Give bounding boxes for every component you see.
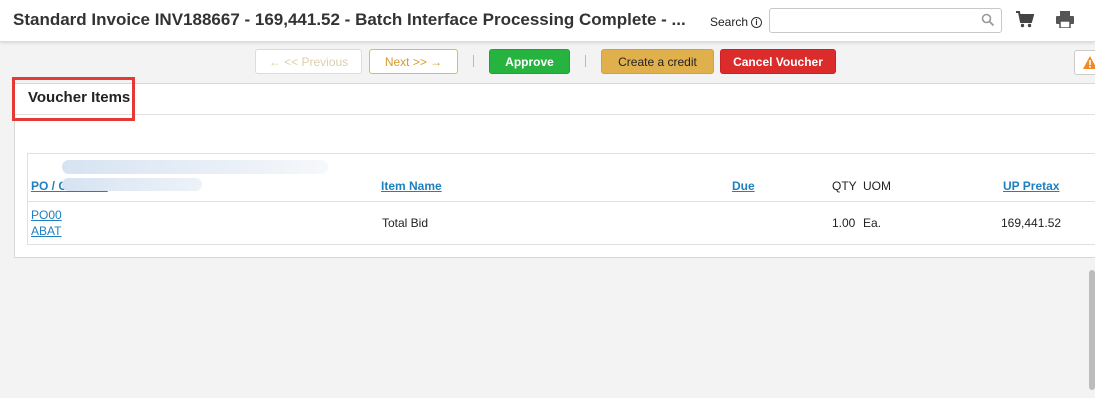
- search-input[interactable]: [769, 8, 1002, 33]
- scrollbar[interactable]: [1089, 270, 1095, 390]
- qty-cell: 1.00: [832, 216, 856, 230]
- info-icon[interactable]: i: [751, 16, 763, 28]
- voucher-items-table: PO / Contract Item Name Due QTY UOM UP P…: [27, 153, 1095, 245]
- panel-divider: [15, 114, 1095, 115]
- toolbar-separator: [473, 55, 474, 67]
- header-divider: [28, 201, 1095, 202]
- top-bar: Standard Invoice INV188667 - 169,441.52 …: [0, 0, 1095, 42]
- header-due[interactable]: Due: [732, 179, 755, 193]
- warning-icon: [1083, 56, 1095, 72]
- item-name-cell: Total Bid: [382, 216, 429, 230]
- uom-cell: Ea.: [863, 216, 882, 230]
- header-item-name[interactable]: Item Name: [381, 179, 442, 193]
- search-icon[interactable]: [981, 13, 995, 30]
- next-button[interactable]: Next >> →: [369, 49, 458, 74]
- up-pretax-cell: 169,441.52: [1001, 216, 1062, 230]
- redacted-text: [62, 160, 328, 174]
- create-credit-button[interactable]: Create a credit: [601, 49, 714, 74]
- highlight-box: [12, 77, 135, 121]
- header-uom: UOM: [863, 179, 891, 193]
- approve-button[interactable]: Approve: [489, 49, 570, 74]
- print-icon[interactable]: [1056, 11, 1074, 31]
- page-title: Standard Invoice INV188667 - 169,441.52 …: [13, 10, 686, 29]
- search-label: Search i: [710, 15, 763, 29]
- search-label-text: Search: [710, 15, 749, 29]
- warning-tab[interactable]: [1074, 50, 1095, 75]
- redacted-text: [62, 178, 202, 191]
- contract-link[interactable]: ABAT: [31, 224, 61, 238]
- po-link[interactable]: PO00: [31, 208, 62, 222]
- header-qty: QTY: [832, 179, 857, 193]
- toolbar-separator: [585, 55, 586, 67]
- previous-button[interactable]: ← << Previous: [255, 49, 362, 74]
- cart-icon[interactable]: [1016, 11, 1035, 31]
- cancel-voucher-button[interactable]: Cancel Voucher: [720, 49, 836, 74]
- header-up-pretax[interactable]: UP Pretax: [1003, 179, 1059, 193]
